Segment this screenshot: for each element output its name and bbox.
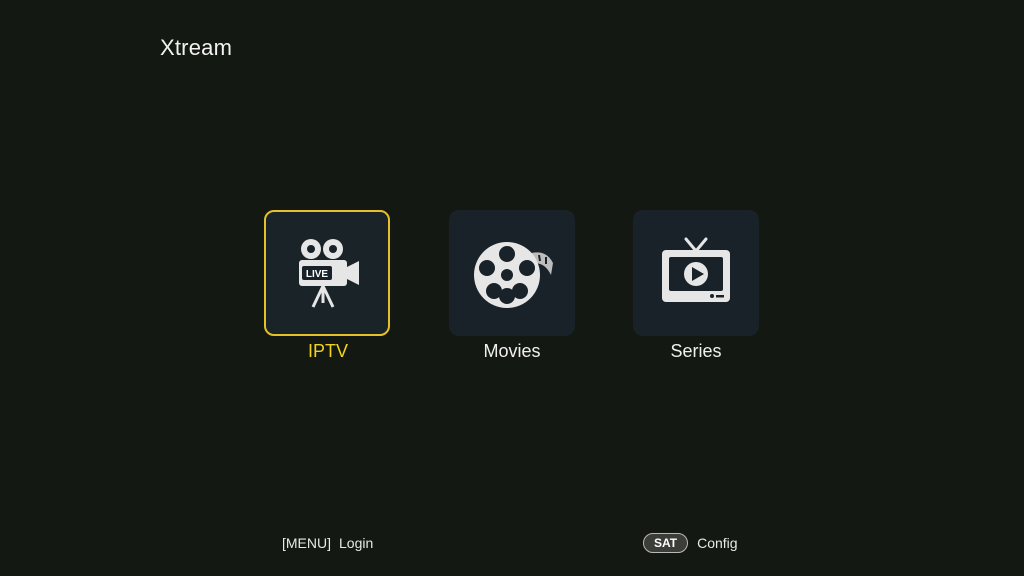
config-hint[interactable]: SAT Config: [643, 533, 738, 553]
movies-tile[interactable]: [449, 210, 575, 336]
xtream-screen: Xtream LIVE IPTV Movies Series [MENU] Lo…: [0, 0, 1024, 576]
tv-play-icon: [662, 237, 730, 302]
sat-key-badge: SAT: [643, 533, 689, 553]
iptv-tile[interactable]: LIVE: [264, 210, 390, 336]
login-label: Login: [339, 535, 374, 551]
series-tile[interactable]: [633, 210, 759, 336]
live-camera-icon: LIVE: [299, 239, 359, 308]
film-reel-icon: [474, 242, 553, 308]
movies-label[interactable]: Movies: [422, 341, 602, 362]
login-hint[interactable]: [MENU] Login: [282, 535, 373, 551]
series-label[interactable]: Series: [606, 341, 786, 362]
menu-key-label: [MENU]: [282, 535, 331, 551]
app-title: Xtream: [160, 35, 233, 60]
config-label: Config: [697, 535, 738, 551]
live-badge-text: LIVE: [306, 269, 329, 280]
iptv-label[interactable]: IPTV: [238, 341, 418, 362]
